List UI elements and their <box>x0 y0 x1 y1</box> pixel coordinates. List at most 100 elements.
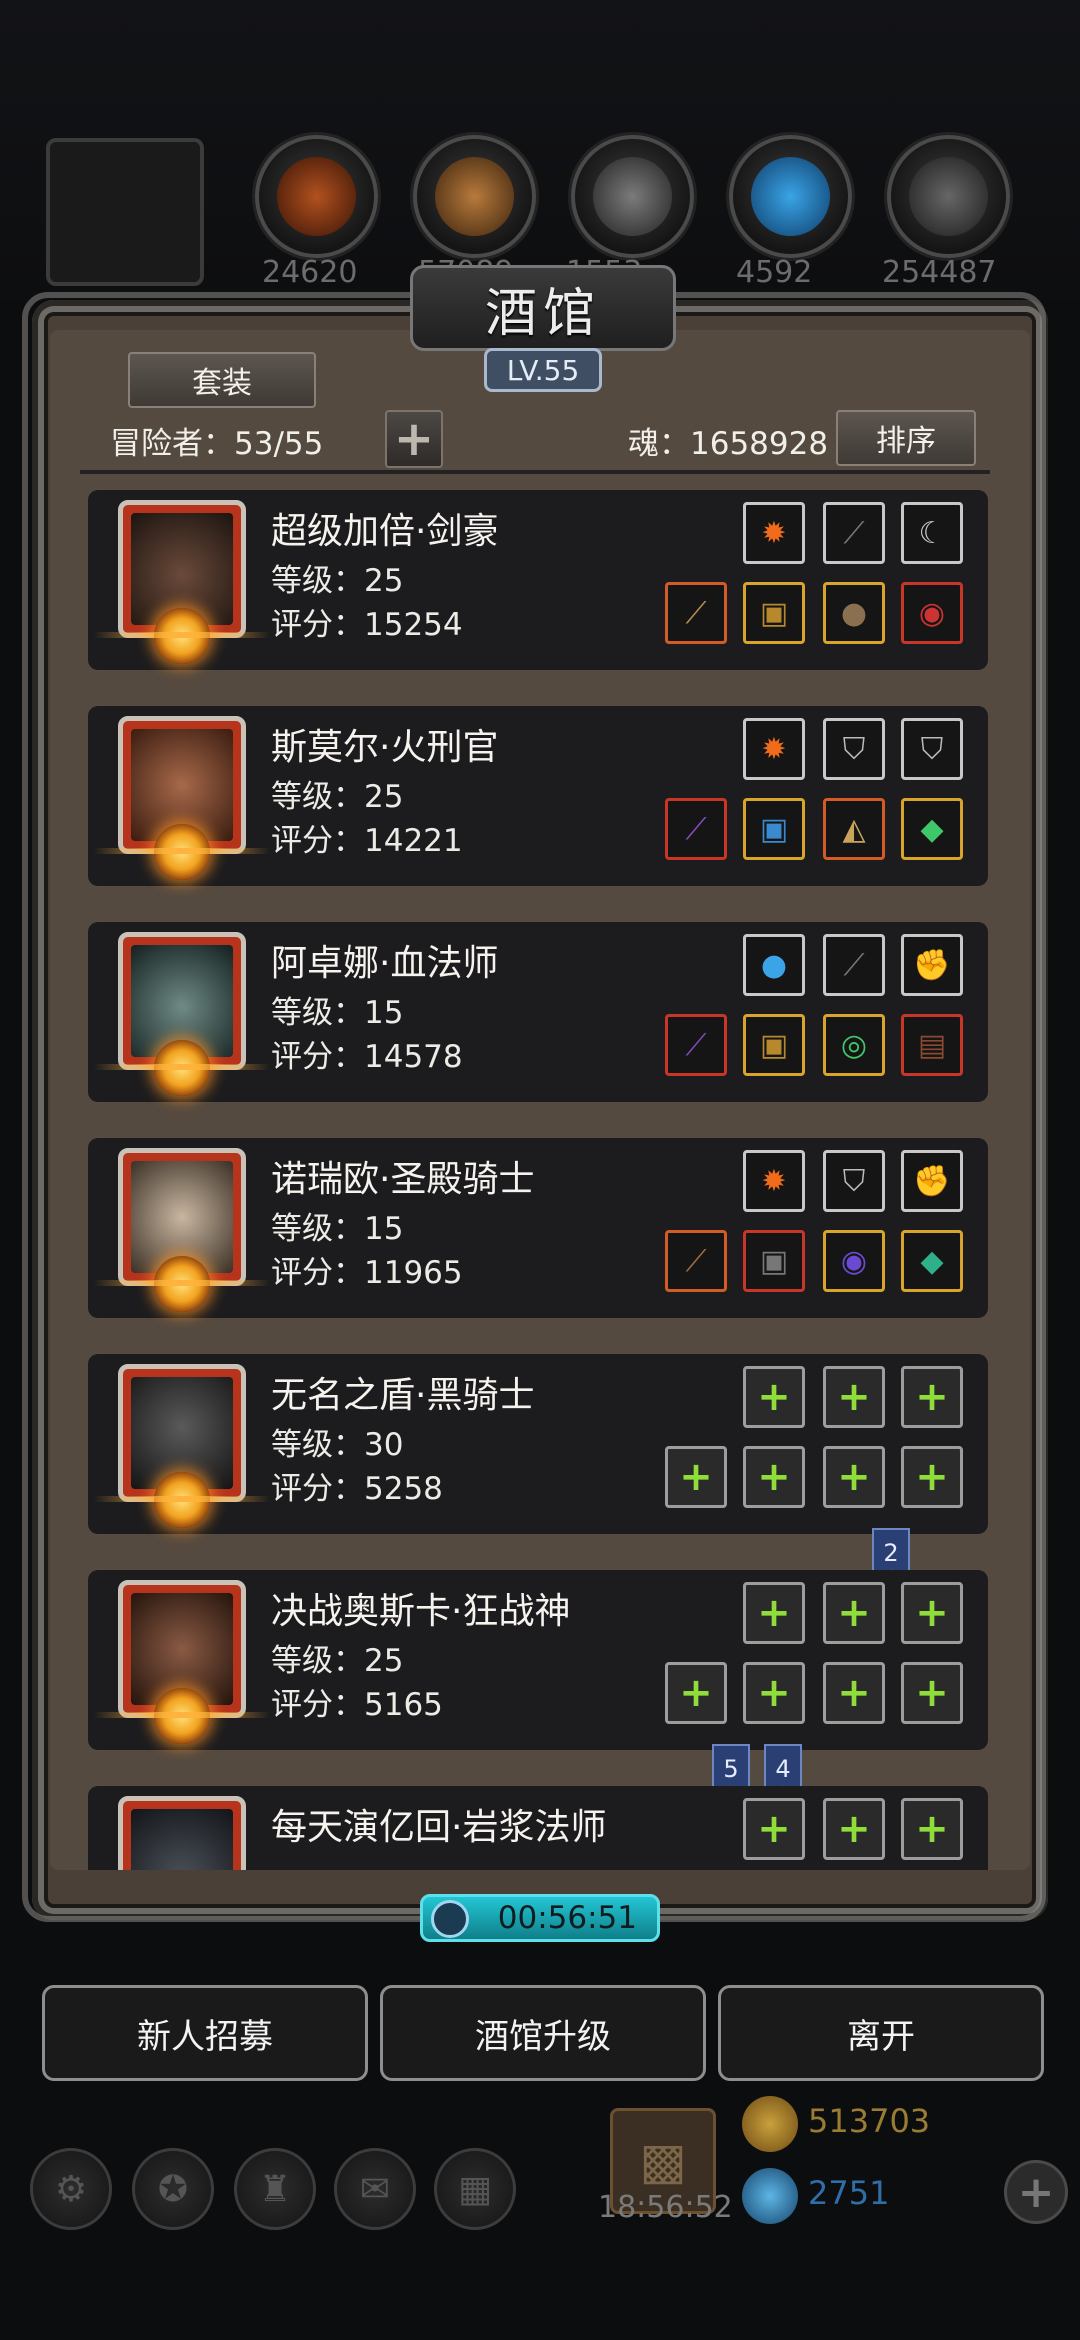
hero-name: 斯莫尔·火刑官 <box>271 727 499 768</box>
empty-slot-add-icon[interactable]: + <box>823 1662 885 1724</box>
hero-rank-emblem-icon <box>94 1688 270 1744</box>
armor-equip-icon[interactable]: ▣ <box>743 1014 805 1076</box>
hero-level: 等级：15 <box>271 995 404 1031</box>
tavern-level-badge: LV.55 <box>484 348 602 392</box>
hero-score: 评分：5165 <box>271 1687 443 1723</box>
hero-name: 阿卓娜·血法师 <box>271 943 499 984</box>
hero-card[interactable]: 超级加倍·剑豪 等级：25 评分：15254 ✹ ⟋ ☾ ⟋ ▣ ● ◉ <box>88 490 988 670</box>
glove-equip-icon[interactable]: ● <box>823 582 885 644</box>
guild-icon[interactable]: ♜ <box>234 2148 316 2230</box>
hero-name: 超级加倍·剑豪 <box>271 511 499 552</box>
recruit-button[interactable]: 新人招募 <box>42 1985 368 2081</box>
wood-resource-icon[interactable] <box>413 135 536 258</box>
shield-skill-icon[interactable]: ⛉ <box>823 1150 885 1212</box>
helmet-equip-icon[interactable]: ◭ <box>823 798 885 860</box>
hero-card[interactable]: 决战奥斯卡·狂战神 等级：25 评分：5165 + + + + + + + <box>88 1570 988 1750</box>
shield-skill-icon[interactable]: ⛉ <box>823 718 885 780</box>
hero-card[interactable]: 诺瑞欧·圣殿骑士 等级：15 评分：11965 ✹ ⛉ ✊ ⟋ ▣ ◉ ◆ <box>88 1138 988 1318</box>
empty-slot-add-icon[interactable]: + <box>665 1662 727 1724</box>
hero-rank-emblem-icon <box>94 1256 270 1312</box>
fire-skill-icon[interactable]: ✹ <box>743 502 805 564</box>
leave-button[interactable]: 离开 <box>718 1985 1044 2081</box>
timer-text: 00:56:51 <box>497 1900 637 1936</box>
hero-level: 等级：25 <box>271 563 404 599</box>
stone-resource-icon[interactable] <box>571 135 694 258</box>
adventurer-count: 冒险者：53/55 <box>110 426 324 462</box>
empty-slot-add-icon[interactable]: + <box>743 1582 805 1644</box>
orb-skill-icon[interactable]: ● <box>743 934 805 996</box>
empty-slot-add-icon[interactable]: + <box>901 1798 963 1860</box>
gift-timer: 18:56:52 <box>598 2190 733 2225</box>
ring-equip-icon[interactable]: ◉ <box>823 1230 885 1292</box>
hero-name: 无名之盾·黑骑士 <box>271 1375 535 1416</box>
hero-card[interactable]: 无名之盾·黑骑士 等级：30 评分：5258 + + + + + + + <box>88 1354 988 1534</box>
hero-level: 等级：25 <box>271 779 404 815</box>
clock-icon <box>431 1900 469 1938</box>
hero-level: 等级：25 <box>271 1643 404 1679</box>
staff-equip-icon[interactable]: ⟋ <box>665 1014 727 1076</box>
hero-level: 等级：30 <box>271 1427 404 1463</box>
map-icon[interactable]: ▦ <box>434 2148 516 2230</box>
mail-icon[interactable]: ✉ <box>334 2148 416 2230</box>
hero-card[interactable]: 每天演亿回·岩浆法师 + + + <box>88 1786 988 1870</box>
empty-slot-add-icon[interactable]: + <box>823 1366 885 1428</box>
book-equip-icon[interactable]: ▤ <box>901 1014 963 1076</box>
empty-slot-add-icon[interactable]: + <box>901 1662 963 1724</box>
empty-slot-add-icon[interactable]: + <box>743 1446 805 1508</box>
shield-skill-icon[interactable]: ⛉ <box>901 718 963 780</box>
empty-slot-add-icon[interactable]: + <box>743 1662 805 1724</box>
hero-avatar <box>118 1796 246 1870</box>
empty-slot-add-icon[interactable]: + <box>901 1366 963 1428</box>
fire-skill-icon[interactable]: ✹ <box>743 718 805 780</box>
hero-score: 评分：14221 <box>271 823 463 859</box>
axe-equip-icon[interactable]: ⟋ <box>665 1230 727 1292</box>
empty-slot-add-icon[interactable]: + <box>901 1446 963 1508</box>
fire-skill-icon[interactable]: ✹ <box>743 1150 805 1212</box>
iron-resource-value: 254487 <box>882 255 997 290</box>
empty-slot-add-icon[interactable]: + <box>743 1798 805 1860</box>
amulet-equip-icon[interactable]: ◎ <box>823 1014 885 1076</box>
title-plate: 酒馆 <box>410 265 676 351</box>
crystal-resource-icon[interactable] <box>729 135 852 258</box>
armor-equip-icon[interactable]: ▣ <box>743 1230 805 1292</box>
add-slot-button[interactable]: + <box>385 410 443 468</box>
empty-slot-add-icon[interactable]: + <box>901 1582 963 1644</box>
upgrade-tavern-button[interactable]: 酒馆升级 <box>380 1985 706 2081</box>
empty-slot-add-icon[interactable]: + <box>823 1582 885 1644</box>
scimitar-equip-icon[interactable]: ☾ <box>901 502 963 564</box>
empty-slot-add-icon[interactable]: + <box>665 1446 727 1508</box>
suit-button[interactable]: 套装 <box>128 352 316 408</box>
hero-card[interactable]: 阿卓娜·血法师 等级：15 评分：14578 ● ⟋ ✊ ⟋ ▣ ◎ ▤ <box>88 922 988 1102</box>
hero-icon[interactable]: ✪ <box>132 2148 214 2230</box>
bow-equip-icon[interactable]: ⟋ <box>823 934 885 996</box>
sort-button[interactable]: 排序 <box>836 410 976 466</box>
player-portrait[interactable] <box>46 138 204 286</box>
gauntlet-equip-icon[interactable]: ✊ <box>901 1150 963 1212</box>
hero-rank-emblem-icon <box>94 824 270 880</box>
meat-resource-icon[interactable] <box>255 135 378 258</box>
hero-card[interactable]: 斯莫尔·火刑官 等级：25 评分：14221 ✹ ⛉ ⛉ ⟋ ▣ ◭ ◆ <box>88 706 988 886</box>
armor-equip-icon[interactable]: ▣ <box>743 582 805 644</box>
crystal-resource-value: 4592 <box>736 255 813 290</box>
gem-equip-icon[interactable]: ◆ <box>901 1230 963 1292</box>
mace-equip-icon[interactable]: ⟋ <box>665 798 727 860</box>
bow-equip-icon[interactable]: ⟋ <box>823 502 885 564</box>
gem-equip-icon[interactable]: ◆ <box>901 798 963 860</box>
soul-count: 魂：1658928 <box>628 426 829 462</box>
divider <box>80 470 990 474</box>
gold-coin-icon <box>742 2096 798 2152</box>
hero-rank-emblem-icon <box>94 1472 270 1528</box>
ring-equip-icon[interactable]: ◉ <box>901 582 963 644</box>
gauntlet-equip-icon[interactable]: ✊ <box>901 934 963 996</box>
empty-slot-add-icon[interactable]: + <box>823 1446 885 1508</box>
armor-equip-icon[interactable]: ▣ <box>743 798 805 860</box>
iron-resource-icon[interactable] <box>887 135 1010 258</box>
gem-amount: 2751 <box>808 2174 890 2212</box>
empty-slot-add-icon[interactable]: + <box>743 1366 805 1428</box>
hero-list[interactable]: 超级加倍·剑豪 等级：25 评分：15254 ✹ ⟋ ☾ ⟋ ▣ ● ◉ 斯莫尔… <box>88 490 988 1870</box>
add-currency-icon[interactable]: + <box>1004 2160 1068 2224</box>
settings-icon[interactable]: ⚙ <box>30 2148 112 2230</box>
spear-equip-icon[interactable]: ⟋ <box>665 582 727 644</box>
hero-rank-emblem-icon <box>94 1040 270 1096</box>
empty-slot-add-icon[interactable]: + <box>823 1798 885 1860</box>
